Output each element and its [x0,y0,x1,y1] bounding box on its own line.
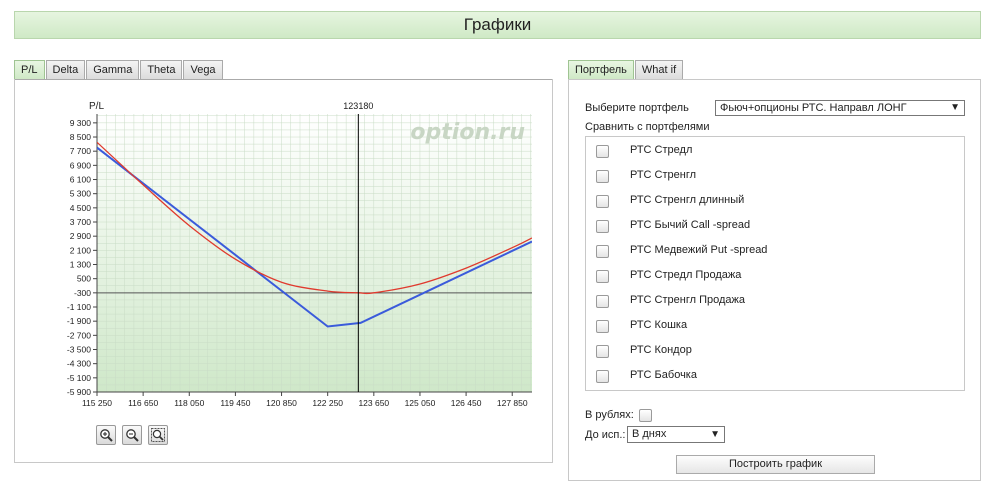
compare-item-label: РТС Медвежий Put -spread [630,244,768,256]
expiry-label: До исп.: [585,429,626,441]
tab-pl[interactable]: P/L [14,60,45,79]
y-tick-label: 2 900 [70,231,92,241]
compare-item-label: РТС Бычий Call -spread [630,219,751,231]
expiry-select[interactable]: В днях ▼ [627,426,725,443]
y-tick-label: -300 [74,288,91,298]
portfolio-select-label: Выберите портфель [585,102,689,114]
x-tick-label: 119 450 [220,398,250,408]
zoom-in-icon [100,429,113,442]
y-tick-label: 9 300 [70,118,92,128]
tab-gamma[interactable]: Gamma [86,60,140,79]
chart-tabs: P/L Delta Gamma Theta Vega [14,60,224,79]
compare-item-label: РТС Кондор [630,344,692,356]
compare-item-label: РТС Стренгл [630,169,697,181]
portfolio-select[interactable]: Фьюч+опционы РТС. Направл ЛОНГ ▼ [715,100,965,116]
zoom-out-button[interactable] [122,425,142,445]
y-tick-label: -1 900 [67,316,91,326]
y-tick-label: -1 100 [67,302,91,312]
tab-delta[interactable]: Delta [45,60,86,79]
build-chart-button[interactable]: Построить график [676,455,875,474]
x-tick-label: 116 650 [128,398,158,408]
x-tick-label: 123 650 [358,398,389,408]
y-tick-label: 1 300 [70,260,92,270]
zoom-fit-button[interactable] [148,425,168,445]
compare-label: Сравнить с портфелями [585,121,710,133]
compare-checkbox[interactable] [596,295,609,308]
rubles-label: В рублях: [585,409,634,421]
x-tick-labels: 115 250 116 650 118 050 119 450 120 850 122 2… [82,398,528,408]
tab-what-if[interactable]: What if [634,60,684,79]
x-tick-label: 120 850 [266,398,297,408]
y-tick-label: 500 [77,274,91,284]
zoom-fit-icon [151,428,165,442]
y-tick-label: 8 500 [70,132,92,142]
compare-list: РТС Стредл РТС Стренгл РТС Стренгл длинн… [585,136,965,391]
dropdown-arrow-icon: ▼ [950,102,960,113]
y-tick-label: -4 300 [67,359,91,369]
compare-checkbox[interactable] [596,345,609,358]
y-tick-label: 7 700 [70,146,92,156]
y-tick-label: -5 900 [67,387,91,397]
x-tick-label: 122 250 [312,398,343,408]
compare-checkbox[interactable] [596,170,609,183]
current-price-label: 123180 [343,101,373,111]
dropdown-arrow-icon: ▼ [710,429,720,440]
compare-checkbox[interactable] [596,270,609,283]
compare-item-label: РТС Стредл [630,144,693,156]
plot-area [97,114,532,392]
compare-checkbox[interactable] [596,195,609,208]
compare-item-label: РТС Стренгл длинный [630,194,745,206]
y-tick-label: 6 900 [70,160,92,170]
zoom-in-button[interactable] [96,425,116,445]
y-tick-label: 5 300 [70,189,92,199]
portfolio-select-value: Фьюч+опционы РТС. Направл ЛОНГ [720,102,907,114]
x-tick-label: 127 850 [497,398,528,408]
tab-portfolio[interactable]: Портфель [568,60,634,79]
compare-item-label: РТС Бабочка [630,369,697,381]
y-tick-label: 4 500 [70,203,92,213]
y-axis-label: P/L [89,101,104,112]
compare-item-label: РТС Стренгл Продажа [630,294,746,306]
tab-vega[interactable]: Vega [183,60,223,79]
y-tick-label: 2 100 [70,245,92,255]
y-tick-label: -2 700 [67,330,91,340]
watermark: option.ru [410,120,525,145]
compare-checkbox[interactable] [596,370,609,383]
y-tick-label: -3 500 [67,345,91,355]
page-title: Графики [14,11,981,39]
pl-chart[interactable]: option.ru 9 300 8 500 7 700 6 900 6 100 5 300… [14,97,539,415]
portfolio-tabs: Портфель What if [568,60,684,79]
x-tick-label: 118 050 [174,398,204,408]
y-tick-label: 3 700 [70,217,92,227]
y-tick-label: -5 100 [67,373,91,383]
compare-item-label: РТС Кошка [630,319,688,331]
x-tick-label: 125 050 [405,398,436,408]
compare-checkbox[interactable] [596,245,609,258]
zoom-out-icon [126,429,139,442]
x-tick-label: 115 250 [82,398,112,408]
compare-checkbox[interactable] [596,220,609,233]
x-tick-label: 126 450 [451,398,482,408]
tab-theta[interactable]: Theta [140,60,183,79]
compare-checkbox[interactable] [596,145,609,158]
y-tick-label: 6 100 [70,175,92,185]
y-tick-labels: 9 300 8 500 7 700 6 900 6 100 5 300 4 500 3 700… [67,118,91,397]
rubles-checkbox[interactable] [639,409,652,422]
compare-item-label: РТС Стредл Продажа [630,269,742,281]
expiry-select-value: В днях [632,428,667,440]
compare-checkbox[interactable] [596,320,609,333]
